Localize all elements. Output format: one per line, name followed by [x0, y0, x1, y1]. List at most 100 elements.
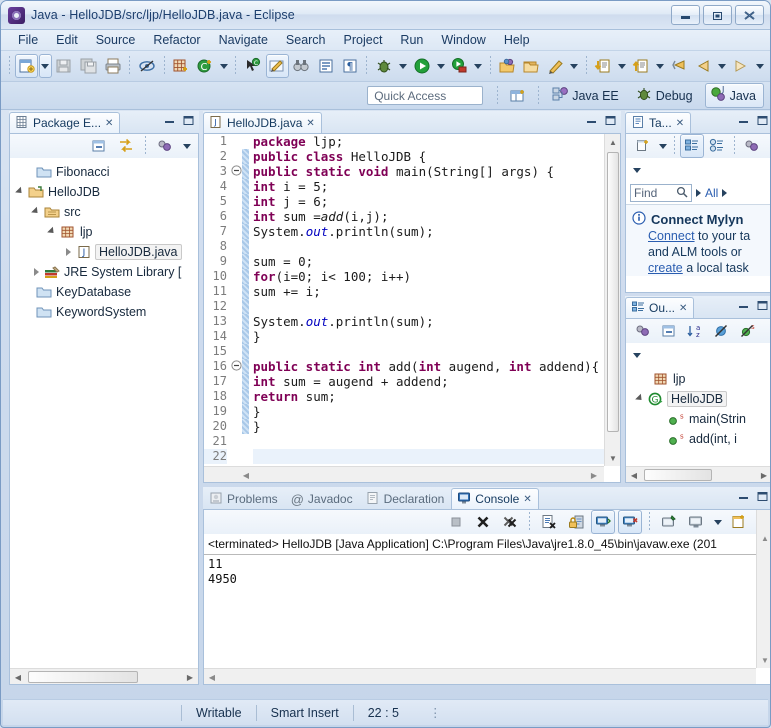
- previous-filter-icon[interactable]: [696, 189, 701, 197]
- maximize-view-icon[interactable]: [604, 114, 617, 127]
- quick-access-input[interactable]: Quick Access: [367, 86, 484, 105]
- print-icon[interactable]: [101, 54, 124, 78]
- remove-launch-icon[interactable]: [471, 510, 495, 534]
- forward-icon[interactable]: [729, 54, 752, 78]
- show-console-on-output-icon[interactable]: [591, 510, 615, 534]
- scroll-down-icon[interactable]: ▼: [757, 652, 770, 668]
- package-explorer-hscrollbar[interactable]: ◀ ▶: [10, 668, 198, 684]
- code-area[interactable]: 1 2 3 4 5 6 7 8 9 10 11 12 13 14 15 16 17 18 19 20 21 22 pack…: [204, 134, 604, 466]
- clear-console-icon[interactable]: [537, 510, 561, 534]
- task-filter-label[interactable]: All: [705, 186, 718, 200]
- scroll-left-icon[interactable]: ◀: [204, 669, 220, 684]
- code-line[interactable]: sum += i;: [253, 284, 604, 299]
- sort-icon[interactable]: az: [683, 319, 707, 343]
- tab-outline[interactable]: Ou... ✕: [625, 297, 695, 318]
- open-perspective-icon[interactable]: [506, 84, 530, 108]
- minimize-view-icon[interactable]: [163, 114, 176, 127]
- forward-dropdown-icon[interactable]: [753, 54, 766, 78]
- search-binoculars-icon[interactable]: [290, 54, 313, 78]
- code-line[interactable]: int j = 6;: [253, 194, 604, 209]
- show-whitespace-icon[interactable]: [314, 54, 337, 78]
- scroll-right-icon[interactable]: ▶: [586, 467, 602, 483]
- tab-task-list[interactable]: Ta... ✕: [625, 112, 692, 133]
- code-text[interactable]: package ljp; public class HelloJDB {publi…: [249, 134, 604, 466]
- close-icon[interactable]: ✕: [306, 118, 314, 129]
- twisty-expanded[interactable]: [30, 206, 43, 219]
- restore-button[interactable]: [703, 5, 732, 25]
- code-line[interactable]: }: [253, 329, 604, 344]
- maximize-view-icon[interactable]: [182, 114, 195, 127]
- twisty-expanded[interactable]: [46, 226, 59, 239]
- debug-dropdown-icon[interactable]: [397, 54, 410, 78]
- activate-task-icon[interactable]: [520, 54, 543, 78]
- collapse-all-icon[interactable]: [87, 134, 111, 158]
- twisty-collapsed[interactable]: [62, 246, 75, 259]
- new-task-pencil-icon[interactable]: [544, 54, 567, 78]
- code-line[interactable]: }: [253, 419, 604, 434]
- focus-on-active-task-icon[interactable]: [631, 319, 655, 343]
- previous-annotation-dropdown-icon[interactable]: [616, 54, 629, 78]
- menu-refactor[interactable]: Refactor: [144, 31, 209, 49]
- minimize-view-icon[interactable]: [737, 490, 750, 503]
- code-line[interactable]: [253, 239, 604, 254]
- categorized-presentation-icon[interactable]: [680, 134, 704, 158]
- save-all-icon[interactable]: [77, 54, 100, 78]
- hscroll-thumb[interactable]: [644, 469, 712, 481]
- editor-hscrollbar[interactable]: ◀ ▶: [204, 466, 604, 482]
- menu-window[interactable]: Window: [432, 31, 494, 49]
- scroll-up-icon[interactable]: ▲: [757, 530, 770, 546]
- save-icon[interactable]: [53, 54, 76, 78]
- tab-javadoc[interactable]: @ Javadoc: [285, 488, 360, 509]
- view-menu-filters-icon[interactable]: [153, 134, 177, 158]
- minimize-view-icon[interactable]: [585, 114, 598, 127]
- link-with-editor-icon[interactable]: [114, 134, 138, 158]
- menu-edit[interactable]: Edit: [47, 31, 87, 49]
- debug-icon[interactable]: [372, 54, 395, 78]
- open-console-icon[interactable]: [727, 510, 751, 534]
- search-icon[interactable]: [676, 186, 688, 201]
- twisty-collapsed[interactable]: [30, 266, 43, 279]
- hide-fields-icon[interactable]: [709, 319, 733, 343]
- toggle-mark-occurrences-icon[interactable]: [135, 54, 158, 78]
- tab-console[interactable]: Console ✕: [451, 488, 539, 509]
- next-filter-icon[interactable]: [722, 189, 728, 197]
- view-menu-icon[interactable]: [630, 343, 643, 367]
- next-annotation-dropdown-icon[interactable]: [654, 54, 667, 78]
- view-menu-icon[interactable]: [180, 134, 193, 158]
- scroll-right-icon[interactable]: ▶: [756, 467, 770, 482]
- code-line[interactable]: int i = 5;: [253, 179, 604, 194]
- code-line[interactable]: package ljp;: [253, 134, 604, 149]
- terminate-icon[interactable]: [444, 510, 468, 534]
- show-console-on-error-icon[interactable]: [618, 510, 642, 534]
- scroll-lock-icon[interactable]: [564, 510, 588, 534]
- menu-navigate[interactable]: Navigate: [210, 31, 277, 49]
- perspective-java[interactable]: J Java: [704, 83, 764, 108]
- code-line[interactable]: System.out.println(sum);: [253, 314, 604, 329]
- tab-package-explorer[interactable]: Package E... ✕: [9, 112, 121, 133]
- back-dropdown-icon[interactable]: [716, 54, 729, 78]
- tab-hellojdb-java[interactable]: J HelloJDB.java ✕: [203, 112, 322, 133]
- new-java-class-icon[interactable]: C: [194, 54, 217, 78]
- maximize-view-icon[interactable]: [756, 114, 769, 127]
- twisty-expanded[interactable]: [14, 186, 27, 199]
- close-icon[interactable]: ✕: [679, 303, 687, 314]
- scroll-left-icon[interactable]: ◀: [10, 669, 26, 684]
- code-line[interactable]: public static void main(String[] args) {: [253, 164, 604, 179]
- code-line[interactable]: [253, 449, 604, 464]
- close-button[interactable]: [735, 5, 764, 25]
- outline-item-main[interactable]: s main(Strin: [626, 409, 770, 429]
- outline-hscrollbar[interactable]: ◀ ▶: [626, 466, 770, 482]
- menu-file[interactable]: File: [9, 31, 47, 49]
- console-vscrollbar[interactable]: ▲ ▼: [756, 510, 770, 668]
- collapse-all-icon[interactable]: [657, 319, 681, 343]
- view-menu-icon[interactable]: [630, 158, 643, 182]
- editor-vscrollbar[interactable]: ▲ ▼: [604, 134, 620, 466]
- folding-gutter[interactable]: [230, 134, 242, 466]
- edit-icon[interactable]: [265, 54, 289, 78]
- fold-collapse-icon[interactable]: [230, 359, 242, 374]
- hide-static-icon[interactable]: s: [735, 319, 759, 343]
- outline-item-ljp[interactable]: ljp: [626, 369, 770, 389]
- display-selected-console-dropdown-icon[interactable]: [711, 510, 724, 534]
- menu-source[interactable]: Source: [87, 31, 145, 49]
- scroll-left-icon[interactable]: ◀: [626, 467, 642, 482]
